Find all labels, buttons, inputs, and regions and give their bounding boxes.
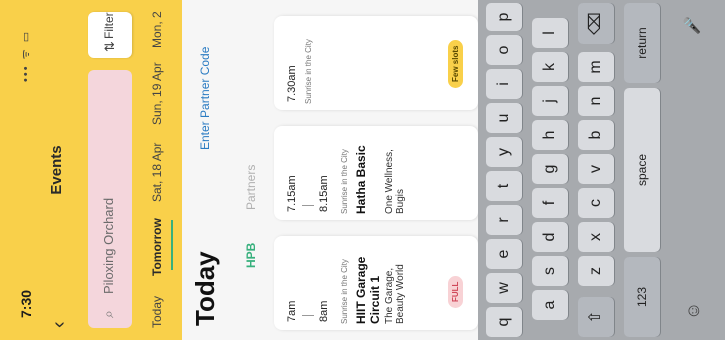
event-card[interactable]: 7am 8am Sunrise in the City HIIT Garage …	[274, 236, 478, 330]
search-icon: ⌕	[100, 310, 116, 318]
backspace-icon: ⌫	[587, 12, 604, 35]
key-m[interactable]: m	[578, 52, 614, 82]
key-d[interactable]: d	[532, 222, 568, 252]
date-sat[interactable]: Sat, 18 Apr	[150, 143, 164, 202]
key-f[interactable]: f	[532, 188, 568, 218]
shift-icon: ⇧	[587, 310, 604, 324]
key-x[interactable]: x	[578, 222, 614, 252]
date-selected-indicator	[171, 220, 173, 270]
key-r[interactable]: r	[486, 205, 522, 235]
key-h[interactable]: h	[532, 120, 568, 150]
key-y[interactable]: y	[486, 137, 522, 167]
event-series: Sunrise in the City	[340, 149, 349, 214]
space-key[interactable]: space	[624, 88, 660, 252]
time-divider	[302, 205, 314, 206]
section-heading: Today	[190, 251, 220, 326]
event-name: HIIT Garage Circuit 1	[354, 256, 382, 324]
shift-key[interactable]: ⇧	[578, 297, 614, 337]
numbers-key[interactable]: 123	[624, 257, 660, 337]
key-q[interactable]: q	[486, 307, 522, 337]
status-icons: ••• ᯤ ▭	[20, 29, 32, 82]
key-e[interactable]: e	[486, 239, 522, 269]
event-end-time: 8am	[318, 300, 330, 322]
onscreen-keyboard: q w e r t y u i o p a s d f g h j k l ⇧ …	[478, 0, 725, 340]
event-start-time: 7.30am	[286, 65, 298, 102]
key-a[interactable]: a	[532, 290, 568, 320]
backspace-key[interactable]: ⌫	[578, 3, 614, 44]
event-start-time: 7am	[286, 300, 298, 322]
tab-partners[interactable]: Partners	[244, 165, 258, 210]
date-sun[interactable]: Sun, 19 Apr	[150, 62, 164, 125]
date-tomorrow[interactable]: Tomorrow	[150, 218, 164, 276]
event-card[interactable]: 7.15am 8.15am Sunrise in the City Hatha …	[274, 126, 478, 220]
key-p[interactable]: p	[486, 3, 522, 31]
event-series: Sunrise in the City	[340, 259, 349, 324]
date-mon[interactable]: Mon, 2	[150, 11, 164, 48]
key-i[interactable]: i	[486, 69, 522, 99]
status-badge: Few slots	[448, 39, 463, 88]
key-l[interactable]: l	[532, 18, 568, 48]
key-c[interactable]: c	[578, 188, 614, 218]
filter-icon: ⇅	[102, 41, 117, 52]
event-venue: The Garage, Beauty World	[384, 264, 406, 324]
key-k[interactable]: k	[532, 52, 568, 82]
key-s[interactable]: s	[532, 256, 568, 286]
event-series: Sunrise in the City	[304, 39, 313, 104]
key-v[interactable]: v	[578, 154, 614, 184]
filter-button[interactable]: ⇅ Filter	[88, 12, 132, 58]
key-g[interactable]: g	[532, 154, 568, 184]
key-b[interactable]: b	[578, 120, 614, 150]
key-w[interactable]: w	[486, 273, 522, 303]
event-name: Hatha Basic	[354, 145, 368, 214]
microphone-icon[interactable]: 🎤	[683, 16, 701, 35]
search-value: Piloxing Orchard	[101, 197, 116, 294]
key-o[interactable]: o	[486, 35, 522, 65]
key-j[interactable]: j	[532, 86, 568, 116]
event-card[interactable]: 7.30am Sunrise in the City Few slots	[274, 16, 478, 110]
event-start-time: 7.15am	[286, 175, 298, 212]
event-end-time: 8.15am	[318, 175, 330, 212]
date-today[interactable]: Today	[150, 296, 164, 328]
page-title: Events	[48, 145, 65, 195]
key-t[interactable]: t	[486, 171, 522, 201]
emoji-icon[interactable]: ☺	[683, 302, 704, 320]
event-venue: One Wellness, Bugis	[384, 149, 406, 214]
status-badge: FULL	[448, 275, 463, 308]
tab-hpb[interactable]: HPB	[244, 243, 258, 268]
key-z[interactable]: z	[578, 256, 614, 286]
date-selector: Today Tomorrow Sat, 18 Apr Sun, 19 Apr M…	[140, 0, 176, 340]
return-key[interactable]: return	[624, 3, 660, 83]
status-time: 7:30	[18, 289, 34, 318]
enter-partner-code-link[interactable]: Enter Partner Code	[198, 47, 212, 150]
filter-label: Filter	[102, 12, 116, 39]
search-input[interactable]: ⌕ Piloxing Orchard	[88, 70, 132, 328]
events-content: Today Enter Partner Code HPB Partners 7a…	[182, 0, 478, 340]
key-n[interactable]: n	[578, 86, 614, 116]
key-u[interactable]: u	[486, 103, 522, 133]
app-header: 7:30 ••• ᯤ ▭ ‹ Events ⌕ Piloxing Orchard…	[0, 0, 182, 340]
time-divider	[302, 315, 314, 316]
